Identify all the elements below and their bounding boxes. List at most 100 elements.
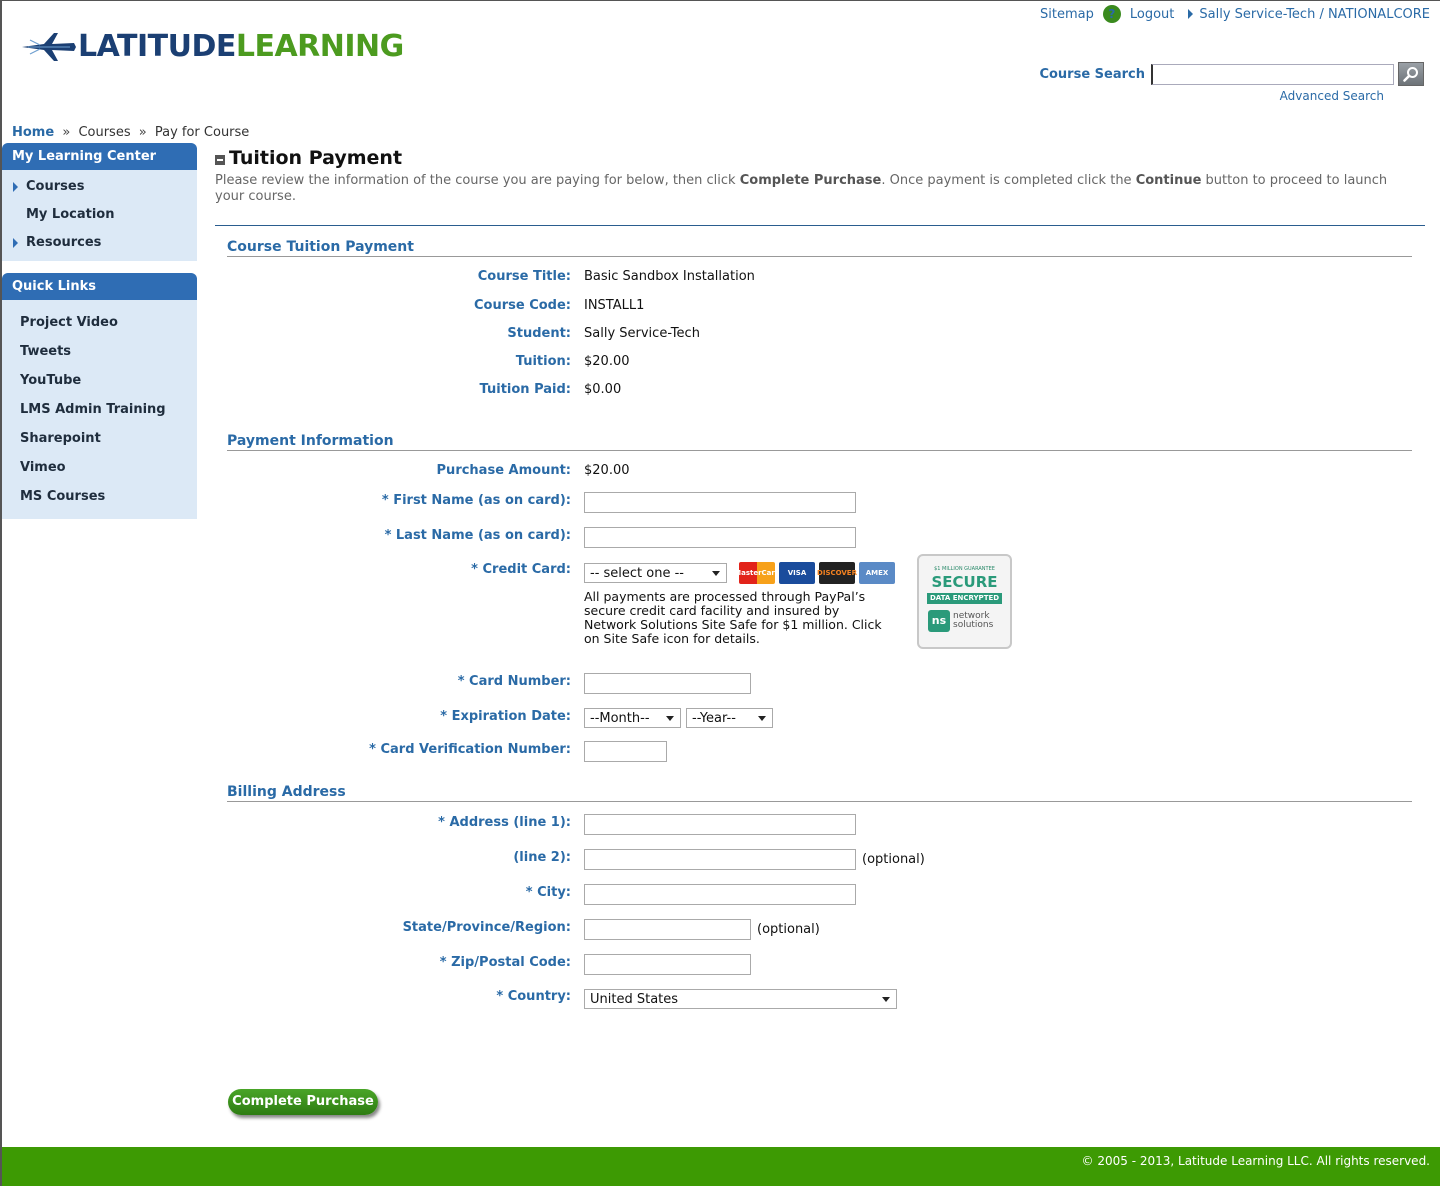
course-code-row: Course Code: INSTALL1 [227,298,1412,313]
intro-bold: Complete Purchase [739,173,882,188]
quick-link-lms-admin-training[interactable]: LMS Admin Training [2,395,197,424]
zip-field[interactable] [584,954,751,975]
field-label: Course Code: [473,298,571,313]
address-line2-field[interactable] [584,849,856,870]
badge-network-solutions: network solutions [953,612,993,630]
page-title-row: Tuition Payment [215,147,1425,169]
footer: © 2005 - 2013, Latitude Learning LLC. Al… [2,1147,1440,1186]
address-line1-field[interactable] [584,814,856,835]
field-label: * Credit Card: [471,562,571,577]
tuition-value: $20.00 [584,354,630,369]
state-row: State/Province/Region: (optional) [227,919,1412,940]
expiration-row: * Expiration Date: --Month-- --Year-- [227,708,1412,728]
quick-link-vimeo[interactable]: Vimeo [2,453,197,482]
sidebar-item-my-location[interactable]: My Location [2,201,197,229]
sidebar-item-resources[interactable]: Resources [2,229,197,257]
card-number-field[interactable] [584,673,751,694]
visa-icon: VISA [779,562,815,584]
tuition-row: Tuition: $20.00 [227,354,1412,369]
learning-center-header[interactable]: My Learning Center [2,143,197,170]
user-arrow-icon [1188,9,1194,19]
sidebar: My Learning Center Courses My Location R… [2,143,197,519]
field-label: State/Province/Region: [402,920,571,935]
country-select[interactable]: United States [584,989,897,1009]
user-profile-link[interactable]: Sally Service-Tech / NATIONALCORE [1199,7,1430,22]
field-label: * Expiration Date: [440,709,571,724]
quick-links-header[interactable]: Quick Links [2,273,197,300]
first-name-field[interactable] [584,492,856,513]
payment-information-section: Payment Information Purchase Amount: $20… [227,433,1412,762]
badge-secure: SECURE [931,573,998,591]
intro-bold: Continue [1135,173,1202,188]
quick-link-youtube[interactable]: YouTube [2,366,197,395]
plane-logo-icon [22,33,76,61]
breadcrumb-home[interactable]: Home [12,125,54,140]
divider [215,225,1425,226]
advanced-search-link[interactable]: Advanced Search [1280,89,1384,103]
tuition-paid-row: Tuition Paid: $0.00 [227,382,1412,397]
breadcrumb-separator: » [138,125,147,140]
sidebar-item-courses[interactable]: Courses [2,173,197,201]
quick-link-tweets[interactable]: Tweets [2,337,197,366]
learning-center-list: Courses My Location Resources [2,170,197,261]
course-search-input[interactable] [1151,63,1394,85]
sitemap-link[interactable]: Sitemap [1040,7,1094,22]
credit-card-block: -- select one -- MasterCard VISA DISCOVE… [584,562,899,646]
sidebar-item-label: Resources [26,235,102,250]
country-selected: United States [590,991,679,1007]
course-search: Course Search [1039,62,1424,86]
course-search-label: Course Search [1039,66,1145,82]
chevron-down-icon [666,715,674,721]
course-code-value: INSTALL1 [584,298,645,313]
expiration-year-select[interactable]: --Year-- [686,708,773,728]
search-icon [1403,67,1418,82]
month-selected: --Month-- [590,710,650,726]
chevron-down-icon [882,996,890,1002]
page-title: Tuition Payment [229,147,403,169]
section-title: Billing Address [227,784,1412,802]
breadcrumb-current: Pay for Course [154,125,250,140]
tuition-paid-value: $0.00 [584,382,622,397]
billing-address-section: Billing Address * Address (line 1): (lin… [227,784,1412,1009]
logout-link[interactable]: Logout [1130,7,1175,22]
badge-encrypted: DATA ENCRYPTED [927,593,1002,604]
field-label: * Card Verification Number: [369,742,571,757]
search-button[interactable] [1398,62,1424,86]
section-title: Course Tuition Payment [227,239,1412,257]
latitude-learning-logo[interactable]: LATITUDELEARNING [20,29,404,65]
credit-card-select[interactable]: -- select one -- [584,563,727,583]
complete-purchase-button[interactable]: Complete Purchase [228,1089,378,1115]
quick-link-sharepoint[interactable]: Sharepoint [2,424,197,453]
field-label: * Address (line 1): [438,815,571,830]
discover-icon: DISCOVER [817,562,857,584]
copyright-text: © 2005 - 2013, Latitude Learning LLC. Al… [1081,1154,1430,1168]
course-title-row: Course Title: Basic Sandbox Installation [227,269,1412,284]
collapse-icon[interactable] [215,155,225,165]
quick-link-project-video[interactable]: Project Video [2,308,197,337]
city-row: * City: [227,884,1412,905]
field-label: * Zip/Postal Code: [439,955,571,970]
last-name-field[interactable] [584,527,856,548]
cvv-field[interactable] [584,741,667,762]
quick-links-panel: Quick Links Project Video Tweets YouTube… [2,273,197,519]
quick-link-ms-courses[interactable]: MS Courses [2,482,197,511]
expiration-month-select[interactable]: --Month-- [584,708,681,728]
logo-learning: LEARNING [235,29,404,64]
header: LATITUDELEARNING Sitemap ? Logout Sally … [2,1,1440,121]
city-field[interactable] [584,884,856,905]
course-title-value: Basic Sandbox Installation [584,269,755,284]
logo-text: LATITUDELEARNING [78,32,404,62]
intro-part: Please review the information of the cou… [215,173,740,188]
chevron-down-icon [712,570,720,576]
field-label: (line 2): [513,850,571,865]
state-field[interactable] [584,919,751,940]
field-label: Tuition Paid: [479,382,571,397]
purchase-amount-value: $20.00 [584,463,630,478]
student-row: Student: Sally Service-Tech [227,326,1412,341]
field-label: * City: [525,885,571,900]
credit-card-selected: -- select one -- [590,565,684,581]
breadcrumb-courses[interactable]: Courses [78,125,130,140]
help-icon[interactable]: ? [1102,5,1121,23]
site-safe-badge[interactable]: $1 MILLION GUARANTEE SECURE DATA ENCRYPT… [917,554,1012,649]
mastercard-icon: MasterCard [734,562,780,584]
